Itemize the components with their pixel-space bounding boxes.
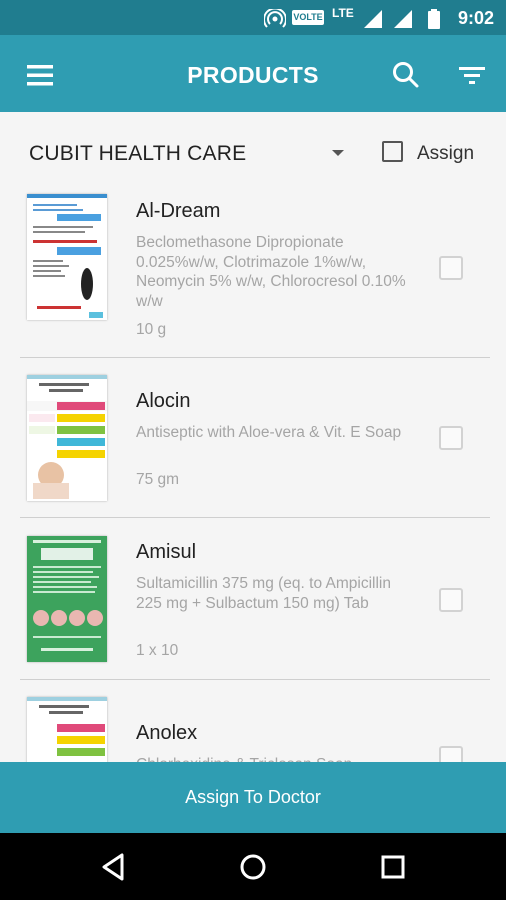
home-icon[interactable] — [235, 849, 271, 885]
assign-to-doctor-button[interactable]: Assign To Doctor — [0, 762, 506, 833]
product-description: Antiseptic with Aloe-vera & Vit. E Soap — [136, 424, 402, 441]
signal-icon — [364, 10, 382, 28]
product-checkbox[interactable] — [439, 588, 463, 612]
product-name: Alocin — [136, 390, 191, 412]
divider — [20, 517, 490, 518]
chevron-down-icon — [332, 150, 344, 156]
search-icon[interactable] — [386, 55, 426, 95]
product-name: Anolex — [136, 722, 198, 744]
product-name: Amisul — [136, 541, 197, 563]
product-image — [27, 375, 107, 501]
lte-label: LTE — [332, 6, 354, 20]
product-pack: 1 x 10 — [136, 642, 179, 659]
divider — [20, 357, 490, 358]
product-checkbox[interactable] — [439, 256, 463, 280]
app-bar: PRODUCTS — [0, 35, 506, 112]
divider — [20, 679, 490, 680]
battery-icon — [428, 9, 440, 29]
status-bar: VOLTE LTE 9:02 — [0, 0, 506, 35]
volte-badge: VOLTE — [292, 10, 324, 25]
product-description: Sultamicillin 375 mg (eq. to Ampicillin … — [136, 575, 391, 612]
signal-icon-2 — [394, 10, 412, 28]
company-name: CUBIT HEALTH CARE — [29, 142, 247, 165]
product-image — [27, 536, 107, 662]
hotspot-icon — [264, 9, 286, 28]
product-checkbox[interactable] — [439, 426, 463, 450]
product-pack: 10 g — [136, 321, 167, 338]
assign-all-checkbox[interactable] — [382, 141, 403, 162]
product-image — [27, 194, 107, 320]
product-description: Beclomethasone Dipropionate 0.025%w/w, C… — [136, 234, 406, 310]
filter-icon[interactable] — [452, 55, 492, 95]
assign-label: Assign — [417, 143, 475, 164]
back-icon[interactable] — [96, 849, 132, 885]
page-title: PRODUCTS — [187, 62, 319, 88]
clock: 9:02 — [457, 8, 494, 28]
recents-icon[interactable] — [375, 849, 411, 885]
product-pack: 75 gm — [136, 471, 180, 488]
product-name: Al-Dream — [136, 200, 221, 222]
navigation-bar — [0, 833, 506, 900]
